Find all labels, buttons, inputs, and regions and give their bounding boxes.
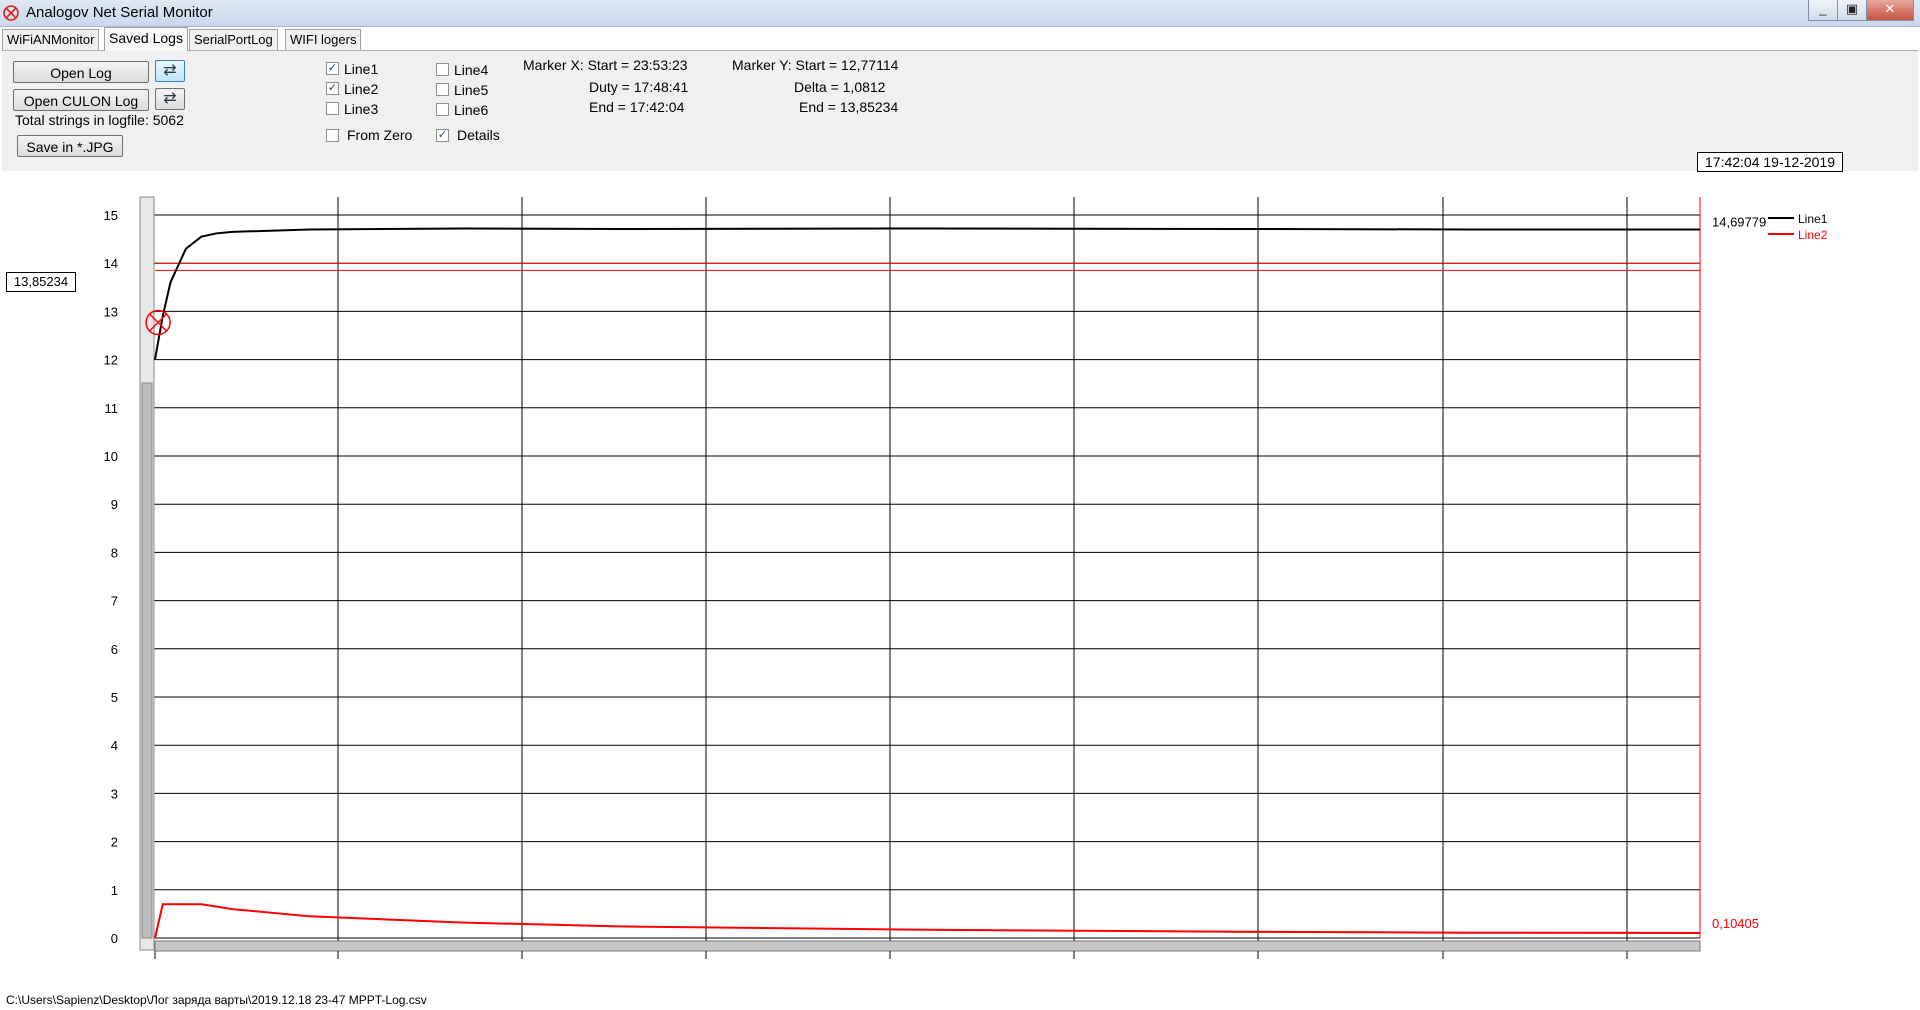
details-checkbox[interactable]: ✓ (436, 129, 449, 142)
tab-strip: WiFiANMonitor Saved Logs SerialPortLog W… (0, 27, 1920, 51)
y-tick-label: 4 (111, 738, 118, 753)
line1-label: Line1 (344, 61, 379, 77)
marker-x-duty: Duty = 17:48:41 (589, 79, 689, 95)
line6-label: Line6 (454, 102, 489, 118)
from-zero-label: From Zero (347, 127, 413, 143)
vertical-scrollbar-thumb (141, 382, 153, 939)
y-tick-label: 12 (104, 353, 118, 368)
marker-y-end: End = 13,85234 (799, 99, 899, 115)
marker-y-delta: Delta = 1,0812 (794, 79, 886, 95)
line4-checkbox[interactable] (436, 63, 449, 76)
y-tick-label: 8 (111, 545, 118, 560)
y-tick-label: 1 (111, 883, 118, 898)
y-tick-label: 6 (111, 642, 118, 657)
line1-checkbox[interactable]: ✓ (326, 62, 339, 75)
marker-y-start: Marker Y: Start = 12,77114 (732, 57, 899, 73)
y-tick-label: 5 (111, 690, 118, 705)
series-end-label: 14,69779 (1712, 214, 1766, 229)
control-panel: Open Log ⇄ Open CULON Log ⇄ Total string… (2, 50, 1918, 171)
save-jpg-button[interactable]: Save in *.JPG (17, 135, 123, 157)
open-culon-log-button[interactable]: Open CULON Log (13, 89, 149, 111)
marker-x-end: End = 17:42:04 (589, 99, 685, 115)
marker-x-start: Marker X: Start = 23:53:23 (523, 57, 688, 73)
tab-serialportlog[interactable]: SerialPortLog (189, 29, 278, 50)
file-path-status: C:\Users\Sapienz\Desktop\Лог заряда варт… (6, 993, 427, 1007)
open-log-button[interactable]: Open Log (13, 61, 149, 83)
y-tick-label: 3 (111, 786, 118, 801)
horizontal-scrollbar (154, 940, 1701, 952)
details-label: Details (457, 127, 500, 143)
close-icon[interactable]: ✕ (1866, 0, 1914, 21)
line2-label: Line2 (344, 81, 379, 97)
line6-checkbox[interactable] (436, 103, 449, 116)
refresh-icon[interactable]: ⇄ (155, 60, 185, 82)
total-strings-label: Total strings in logfile: 5062 (15, 112, 184, 128)
minimize-icon[interactable]: _ (1808, 0, 1838, 21)
tab-wifianmonitor[interactable]: WiFiANMonitor (2, 29, 100, 50)
chart[interactable]: 0123456789101112131415 14,697790,10405Lin… (0, 190, 1920, 990)
plot-area (155, 197, 1700, 938)
line5-label: Line5 (454, 82, 489, 98)
y-tick-label: 13 (104, 304, 118, 319)
timestamp-box: 17:42:04 19-12-2019 (1697, 152, 1843, 172)
tab-saved-logs[interactable]: Saved Logs (104, 27, 188, 51)
maximize-icon[interactable]: ▣ (1837, 0, 1867, 21)
tab-wifi-logers[interactable]: WIFI logers (285, 29, 362, 50)
y-tick-label: 0 (111, 931, 118, 946)
line2-checkbox[interactable]: ✓ (326, 82, 339, 95)
app-logo-icon (3, 5, 19, 21)
line4-label: Line4 (454, 62, 489, 78)
title-bar: Analogov Net Serial Monitor _ ▣ ✕ (0, 0, 1920, 27)
from-zero-checkbox[interactable] (326, 129, 339, 142)
y-tick-label: 10 (104, 449, 118, 464)
window-title: Analogov Net Serial Monitor (26, 4, 213, 21)
series-end-label: 0,10405 (1712, 916, 1759, 931)
y-tick-label: 15 (104, 208, 118, 223)
y-tick-label: 2 (111, 835, 118, 850)
y-tick-label: 11 (105, 401, 119, 416)
y-tick-label: 9 (111, 497, 118, 512)
legend-label: Line2 (1798, 228, 1828, 242)
y-tick-label: 14 (104, 256, 118, 271)
line3-checkbox[interactable] (326, 102, 339, 115)
legend-label: Line1 (1798, 212, 1828, 226)
y-tick-label: 7 (111, 594, 118, 609)
refresh-culon-icon[interactable]: ⇄ (155, 88, 185, 110)
line3-label: Line3 (344, 101, 379, 117)
line5-checkbox[interactable] (436, 83, 449, 96)
